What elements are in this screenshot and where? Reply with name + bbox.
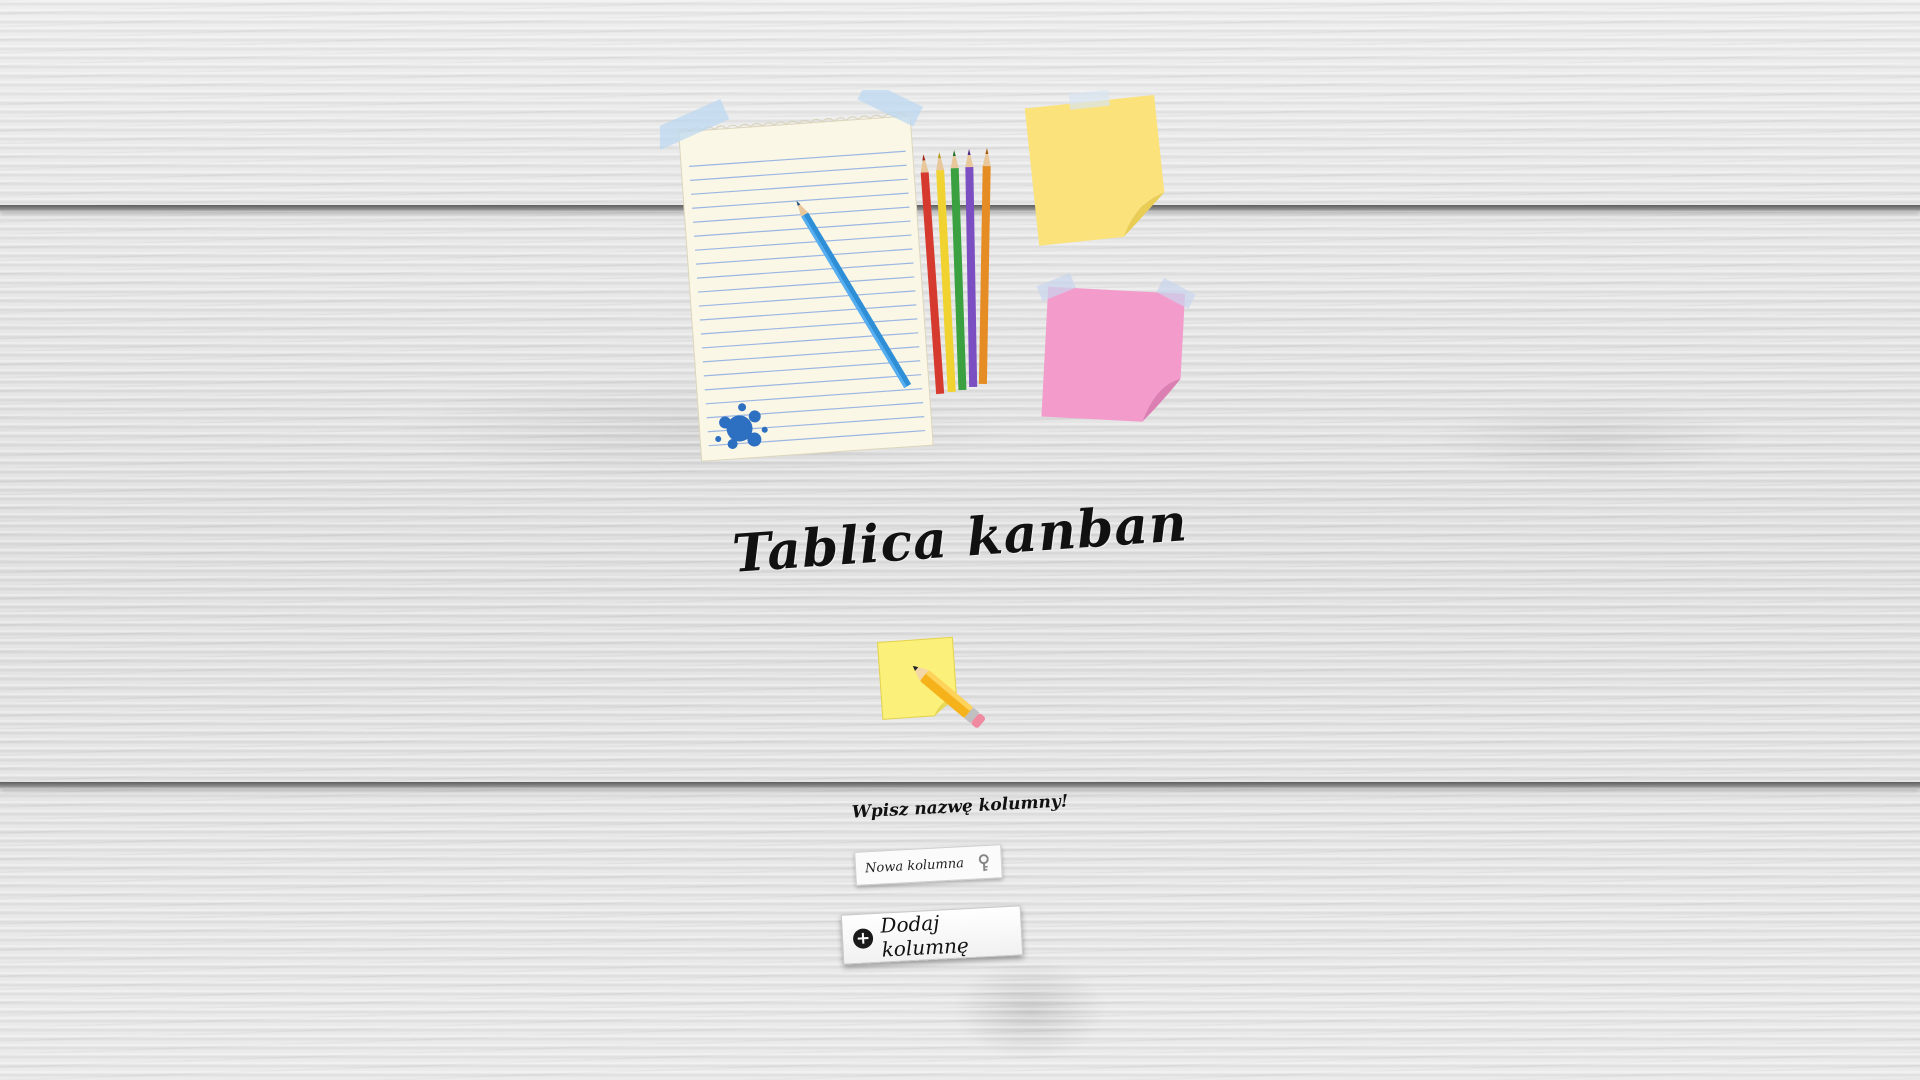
add-column-button[interactable]: + Dodaj kolumnę xyxy=(840,905,1024,965)
key-icon xyxy=(978,854,989,872)
add-column-button-label: Dodaj kolumnę xyxy=(879,910,970,962)
stationery-illustration-icon xyxy=(647,79,1220,480)
plank-seam-bottom xyxy=(0,782,1920,789)
column-name-input[interactable] xyxy=(864,852,971,879)
plus-circle-icon: + xyxy=(852,928,874,950)
sticky-note-pencil-icon xyxy=(870,632,990,742)
column-name-field-wrapper xyxy=(854,844,1003,886)
